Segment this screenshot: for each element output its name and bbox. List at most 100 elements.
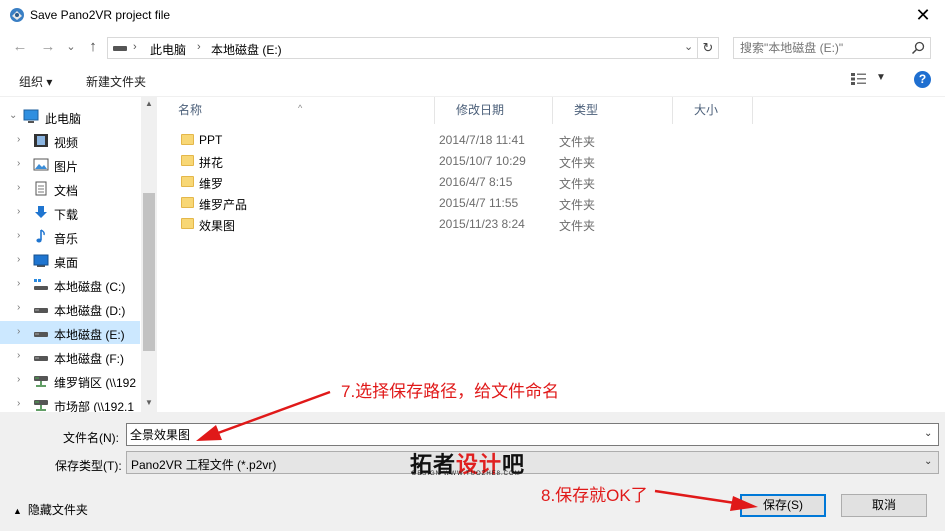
tree-item-this-pc[interactable]: ⌄ 此电脑 [0,105,140,128]
video-icon [34,134,48,147]
chevron-right-icon[interactable]: › [197,41,201,53]
chevron-right-icon[interactable]: › [133,41,137,53]
chevron-right-icon[interactable]: › [17,206,20,217]
close-button[interactable]: ✕ [905,2,941,28]
view-dropdown-chevron-icon[interactable]: ▼ [876,72,886,83]
tree-item-label: 文档 [54,184,79,198]
tree-item-drive-e[interactable]: › 本地磁盘 (E:) [0,321,140,344]
chevron-right-icon[interactable]: › [17,398,20,409]
back-arrow-icon[interactable]: ← [10,37,30,57]
tree-item-label: 本地磁盘 (F:) [54,352,124,366]
window-title: Save Pano2VR project file [30,8,171,22]
hide-folders-label: 隐藏文件夹 [27,503,88,517]
tree-item-videos[interactable]: › 视频 [0,129,140,152]
tree-item-pictures[interactable]: › 图片 [0,153,140,176]
tree-item-network-market[interactable]: › 市场部 (\\192.1 [0,393,140,412]
tree-item-music[interactable]: › 音乐 [0,225,140,248]
tree-item-network-weiluo[interactable]: › 维罗销区 (\\192 [0,369,140,392]
tree-item-documents[interactable]: › 文档 [0,177,140,200]
tree-item-label: 此电脑 [45,112,82,126]
file-date: 2015/4/7 11:55 [439,196,519,210]
folder-icon [181,134,194,145]
hide-folders-toggle[interactable]: ▲ 隐藏文件夹 [13,501,88,518]
chevron-down-icon[interactable]: ⌄ [9,110,17,121]
column-header-label: 名称 [178,103,203,117]
table-row[interactable]: PPT 2014/7/18 11:41 文件夹 [177,130,677,151]
organize-menu[interactable]: 组织 ▾ [19,73,52,90]
search-input[interactable] [740,40,905,56]
drive-icon [34,332,48,337]
scroll-up-arrow-icon[interactable]: ▲ [145,99,153,108]
chevron-right-icon[interactable]: › [17,134,20,145]
tree-scrollbar[interactable]: ▲ ▼ [141,97,157,412]
forward-arrow-icon[interactable]: → [38,37,58,57]
tree-item-label: 维罗销区 (\\192 [54,376,137,390]
pc-icon [23,109,39,123]
new-folder-button[interactable]: 新建文件夹 [86,73,146,90]
chevron-right-icon[interactable]: › [17,182,20,193]
tree-item-label: 桌面 [54,256,79,270]
column-header-name[interactable]: ^ 名称 [157,97,435,124]
chevron-right-icon[interactable]: › [17,350,20,361]
breadcrumb-this-pc[interactable]: 此电脑 [150,41,186,58]
chevron-up-icon: ▲ [13,506,22,516]
table-row[interactable]: 拼花 2015/10/7 10:29 文件夹 [177,151,677,172]
drive-icon [34,356,48,361]
music-icon [36,229,45,243]
tree-item-label: 音乐 [54,232,79,246]
folder-icon [181,155,194,166]
title-bar: Save Pano2VR project file ✕ [0,0,945,31]
filetype-value: Pano2VR 工程文件 (*.p2vr) [131,458,277,472]
filename-input[interactable] [130,427,910,442]
table-row[interactable]: 效果图 2015/11/23 8:24 文件夹 [177,214,677,235]
file-list[interactable]: ^ 名称 修改日期 类型 大小 PPT 2014/7/18 11:41 文件夹 … [157,97,945,412]
view-options-icon[interactable] [850,72,868,86]
chevron-right-icon[interactable]: › [17,158,20,169]
scrollbar-thumb[interactable] [143,193,155,351]
tree-item-drive-d[interactable]: › 本地磁盘 (D:) [0,297,140,320]
chevron-down-icon[interactable]: ⌄ [684,40,693,53]
download-icon [35,206,47,218]
table-row[interactable]: 维罗产品 2015/4/7 11:55 文件夹 [177,193,677,214]
file-name: 拼花 [199,156,224,170]
recent-locations-chevron-icon[interactable]: ⌄ [61,37,81,57]
tree-item-downloads[interactable]: › 下载 [0,201,140,224]
tree-item-label: 本地磁盘 (D:) [54,304,126,318]
chevron-right-icon[interactable]: › [17,302,20,313]
search-icon[interactable] [911,41,925,55]
chevron-right-icon[interactable]: › [17,254,20,265]
scroll-down-arrow-icon[interactable]: ▼ [145,398,153,407]
up-arrow-icon[interactable]: ↑ [83,37,103,57]
column-header-date[interactable]: 修改日期 [435,97,553,124]
tree-item-drive-c[interactable]: › 本地磁盘 (C:) [0,273,140,296]
column-header-label: 修改日期 [456,103,505,117]
file-date: 2015/10/7 10:29 [439,154,526,168]
chevron-right-icon[interactable]: › [17,374,20,385]
navigation-bar: ← → ⌄ ↑ › 此电脑 › 本地磁盘 (E:) ⌄ ↻ [0,31,945,63]
chevron-down-icon[interactable]: ⌄ [924,456,932,467]
filename-field[interactable]: ⌄ [126,423,939,446]
chevron-right-icon[interactable]: › [17,326,20,337]
save-button[interactable]: 保存(S) [740,494,826,517]
file-name: PPT [199,133,223,147]
chevron-right-icon[interactable]: › [17,278,20,289]
navigation-pane[interactable]: ⌄ 此电脑 › 视频 › 图片 › 文档 › 下载 › 音乐 › 桌面 › 本地… [0,97,157,412]
filename-label: 文件名(N): [63,431,119,445]
cancel-button[interactable]: 取消 [841,494,927,517]
refresh-icon[interactable]: ↻ [698,37,719,59]
search-box[interactable] [733,37,931,59]
help-icon[interactable]: ? [914,71,931,88]
chevron-right-icon[interactable]: › [17,230,20,241]
file-name: 维罗 [199,177,224,191]
tree-item-desktop[interactable]: › 桌面 [0,249,140,272]
address-bar[interactable]: › 此电脑 › 本地磁盘 (E:) ⌄ [107,37,698,59]
breadcrumb-drive-e[interactable]: 本地磁盘 (E:) [211,41,282,58]
column-header-type[interactable]: 类型 [553,97,673,124]
tree-item-drive-f[interactable]: › 本地磁盘 (F:) [0,345,140,368]
chevron-down-icon[interactable]: ⌄ [924,428,932,439]
network-drive-icon [34,376,48,387]
table-row[interactable]: 维罗 2016/4/7 8:15 文件夹 [177,172,677,193]
desktop-icon [33,254,49,267]
file-type: 文件夹 [559,219,596,233]
column-header-size[interactable]: 大小 [673,97,753,124]
